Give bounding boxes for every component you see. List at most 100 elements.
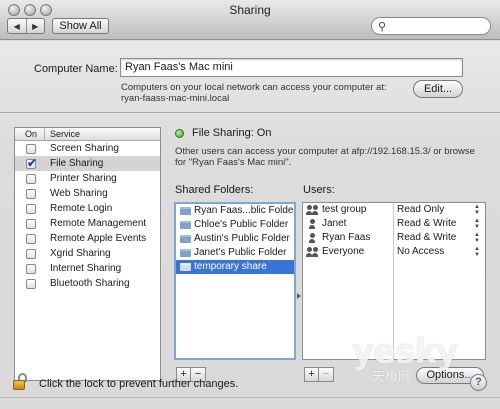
shared-folders-list[interactable]: Ryan Faas...blic Folder Chloe's Public Fo… — [174, 202, 296, 360]
column-separator — [44, 128, 45, 141]
shared-folder-label: Ryan Faas...blic Folder — [194, 205, 294, 216]
service-checkbox[interactable] — [26, 264, 36, 274]
permission-popup[interactable]: Read & Write — [397, 217, 456, 231]
service-label: Web Sharing — [50, 188, 108, 199]
shared-folder-label: Austin's Public Folder — [194, 233, 290, 244]
user-row[interactable]: test group Read Only ▲ ▼ — [303, 203, 485, 217]
shared-folder-item[interactable]: Chloe's Public Folder — [176, 218, 294, 232]
service-label: Printer Sharing — [50, 173, 117, 184]
popup-arrows-icon[interactable]: ▲ ▼ — [474, 232, 480, 244]
history-nav: ◀ ▶ — [7, 18, 45, 34]
folder-icon — [180, 207, 191, 215]
forward-arrow-icon[interactable]: ▶ — [27, 19, 45, 33]
show-all-button[interactable]: Show All — [52, 18, 109, 34]
column-header-service[interactable]: Service — [50, 128, 80, 140]
permission-popup[interactable]: Read & Write — [397, 231, 456, 245]
shared-folder-label: Janet's Public Folder — [194, 247, 287, 258]
preferences-content: Computer Name: Ryan Faas's Mac mini Comp… — [0, 41, 500, 409]
service-row[interactable]: Printer Sharing — [15, 171, 160, 186]
search-icon: ⚲ — [378, 21, 387, 33]
computer-name-help: Computers on your local network can acce… — [121, 82, 387, 104]
lock-icon[interactable] — [13, 373, 29, 391]
section-divider — [0, 112, 500, 113]
service-row[interactable]: Bluetooth Sharing — [15, 276, 160, 291]
add-user-button[interactable]: + — [304, 367, 319, 382]
shared-folder-item[interactable]: Janet's Public Folder — [176, 246, 294, 260]
status-indicator-icon — [175, 129, 184, 138]
column-header-on[interactable]: On — [25, 128, 37, 140]
user-name: Janet — [322, 218, 347, 229]
service-checkbox[interactable] — [26, 279, 36, 289]
shared-folder-label: temporary share — [194, 261, 267, 272]
footer-divider — [0, 397, 500, 398]
service-row[interactable]: Remote Login — [15, 201, 160, 216]
service-checkbox[interactable] — [26, 204, 36, 214]
user-icon — [307, 233, 319, 243]
user-row[interactable]: Janet Read & Write ▲ ▼ — [303, 217, 485, 231]
service-row[interactable]: Xgrid Sharing — [15, 246, 160, 261]
popup-arrows-icon[interactable]: ▲ ▼ — [474, 246, 480, 258]
search-field[interactable]: ⚲ — [371, 17, 491, 35]
file-sharing-help: Other users can access your computer at … — [175, 146, 475, 168]
folder-icon — [180, 235, 191, 243]
window-title: Sharing — [229, 3, 271, 17]
lock-instructions: Click the lock to prevent further change… — [39, 378, 239, 390]
computer-name-label: Computer Name: — [34, 63, 118, 75]
service-checkbox[interactable]: ✔ — [26, 156, 38, 170]
folder-icon — [180, 263, 191, 271]
shared-folders-label: Shared Folders: — [175, 184, 254, 196]
service-label: Screen Sharing — [50, 143, 119, 154]
shared-folder-item[interactable]: Austin's Public Folder — [176, 232, 294, 246]
group-icon — [306, 247, 319, 257]
service-checkbox[interactable] — [26, 234, 36, 244]
service-list: On Service Screen Sharing ✔ File Sharing Pr… — [14, 127, 161, 381]
selection-arrow-icon — [297, 293, 301, 299]
user-row[interactable]: Everyone No Access ▲ ▼ — [303, 245, 485, 259]
sharing-window: Sharing ◀ ▶ Show All ⚲ Computer Name: Ry… — [0, 0, 500, 409]
user-name: test group — [322, 204, 367, 215]
service-checkbox[interactable] — [26, 144, 36, 154]
service-label: Remote Management — [50, 218, 147, 229]
service-label: Internet Sharing — [50, 263, 122, 274]
service-row[interactable]: Screen Sharing — [15, 141, 160, 156]
popup-arrows-icon[interactable]: ▲ ▼ — [474, 204, 480, 216]
user-name: Everyone — [322, 246, 365, 257]
service-checkbox[interactable] — [26, 174, 36, 184]
service-row[interactable]: Remote Management — [15, 216, 160, 231]
service-label: Remote Apple Events — [50, 233, 147, 244]
service-checkbox[interactable] — [26, 249, 36, 259]
users-label: Users: — [303, 184, 335, 196]
computer-name-field[interactable]: Ryan Faas's Mac mini — [120, 58, 463, 77]
shared-folder-item[interactable]: Ryan Faas...blic Folder — [176, 204, 294, 218]
service-label: File Sharing — [50, 158, 104, 169]
user-row[interactable]: Ryan Faas Read & Write ▲ ▼ — [303, 231, 485, 245]
permission-popup[interactable]: Read Only — [397, 203, 444, 217]
service-row[interactable]: Remote Apple Events — [15, 231, 160, 246]
users-add-remove: + − — [304, 367, 334, 382]
folder-icon — [180, 249, 191, 257]
file-sharing-status-text: File Sharing: On — [192, 127, 272, 139]
help-button[interactable]: ? — [470, 374, 487, 391]
service-label: Xgrid Sharing — [50, 248, 111, 259]
users-list[interactable]: test group Read Only ▲ ▼ Janet Read & Write ▲ ▼… — [302, 202, 486, 360]
edit-button[interactable]: Edit... — [413, 80, 463, 98]
service-row[interactable]: Internet Sharing — [15, 261, 160, 276]
group-icon — [306, 205, 319, 215]
shared-folder-label: Chloe's Public Folder — [194, 219, 289, 230]
service-list-header: On Service — [15, 128, 160, 141]
folder-icon — [180, 221, 191, 229]
back-arrow-icon[interactable]: ◀ — [8, 19, 27, 33]
service-row[interactable]: Web Sharing — [15, 186, 160, 201]
shared-folder-item[interactable]: temporary share — [176, 260, 294, 274]
service-label: Remote Login — [50, 203, 113, 214]
user-name: Ryan Faas — [322, 232, 371, 243]
service-label: Bluetooth Sharing — [50, 278, 130, 289]
checkmark-icon: ✔ — [27, 156, 38, 170]
user-icon — [307, 219, 319, 229]
service-checkbox[interactable] — [26, 219, 36, 229]
permission-popup[interactable]: No Access — [397, 245, 444, 259]
service-checkbox[interactable] — [26, 189, 36, 199]
service-row[interactable]: ✔ File Sharing — [15, 156, 160, 171]
popup-arrows-icon[interactable]: ▲ ▼ — [474, 218, 480, 230]
remove-user-button[interactable]: − — [319, 367, 334, 382]
